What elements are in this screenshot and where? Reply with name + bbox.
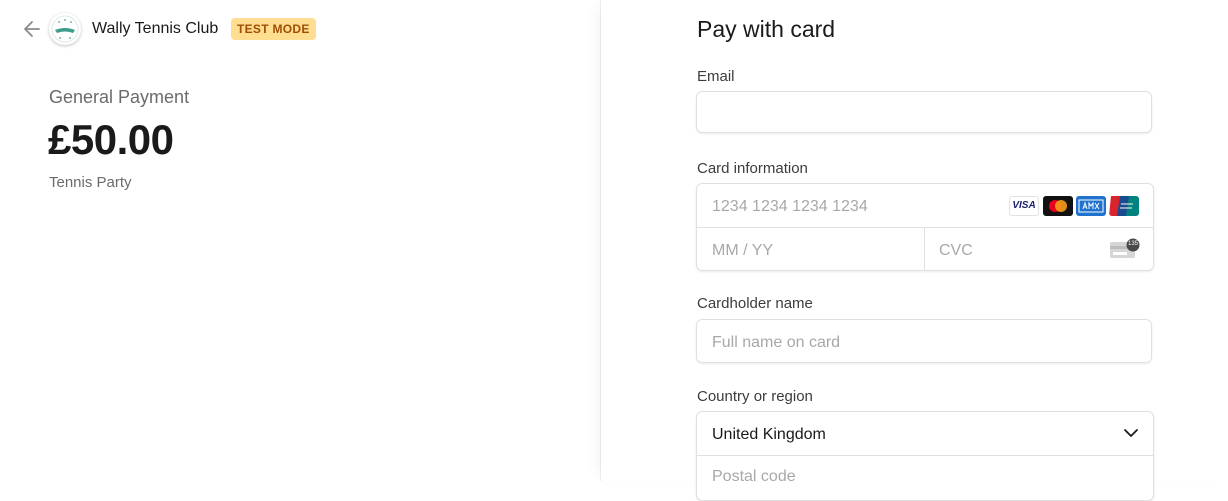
card-expiry-field[interactable]: MM / YY xyxy=(697,228,924,270)
card-expiry-placeholder: MM / YY xyxy=(712,242,774,259)
back-button[interactable] xyxy=(22,18,42,40)
card-number-placeholder: 1234 1234 1234 1234 xyxy=(712,198,868,215)
merchant-name: Wally Tennis Club xyxy=(92,20,219,37)
card-information-label: Card information xyxy=(697,160,808,177)
country-value: United Kingdom xyxy=(712,426,826,443)
mastercard-icon xyxy=(1043,196,1073,216)
email-label: Email xyxy=(697,68,735,85)
product-price: £50.00 xyxy=(48,116,174,163)
email-field[interactable] xyxy=(696,91,1152,133)
merchant-logo xyxy=(49,13,81,45)
card-cvc-placeholder: CVC xyxy=(939,242,973,259)
amex-icon xyxy=(1076,196,1106,216)
country-region-group: United Kingdom Postal code xyxy=(696,411,1154,501)
payment-form-panel: Pay with card Email Card information 123… xyxy=(601,0,1228,501)
test-mode-badge: TEST MODE xyxy=(231,18,316,40)
card-number-field[interactable]: 1234 1234 1234 1234 VISA xyxy=(697,184,1153,227)
arrow-left-icon xyxy=(24,21,40,37)
product-name: General Payment xyxy=(49,87,190,107)
country-region-label: Country or region xyxy=(697,388,813,405)
cardholder-name-label: Cardholder name xyxy=(697,295,813,312)
cardholder-name-field[interactable]: Full name on card xyxy=(696,319,1152,363)
pay-with-card-title: Pay with card xyxy=(697,16,836,42)
cardholder-name-placeholder: Full name on card xyxy=(712,334,841,351)
card-cvc-field[interactable]: CVC 135 xyxy=(925,228,1153,270)
country-select[interactable]: United Kingdom xyxy=(697,412,1153,455)
visa-icon-text: VISA xyxy=(1012,200,1036,211)
cvc-badge-text: 135 xyxy=(1127,241,1138,247)
unionpay-icon xyxy=(1109,196,1139,216)
card-information-group: 1234 1234 1234 1234 VISA MM / YY CVC 135 xyxy=(696,183,1154,271)
product-description: Tennis Party xyxy=(49,174,132,191)
card-cvc-icon: 135 xyxy=(1108,238,1142,260)
visa-icon: VISA xyxy=(1009,196,1039,216)
postal-code-field[interactable]: Postal code xyxy=(697,456,1153,500)
postal-code-placeholder: Postal code xyxy=(712,468,796,485)
chevron-down-icon xyxy=(1124,429,1138,437)
order-summary-panel: Wally Tennis Club TEST MODE General Paym… xyxy=(0,0,601,481)
club-logo-icon xyxy=(51,15,79,43)
